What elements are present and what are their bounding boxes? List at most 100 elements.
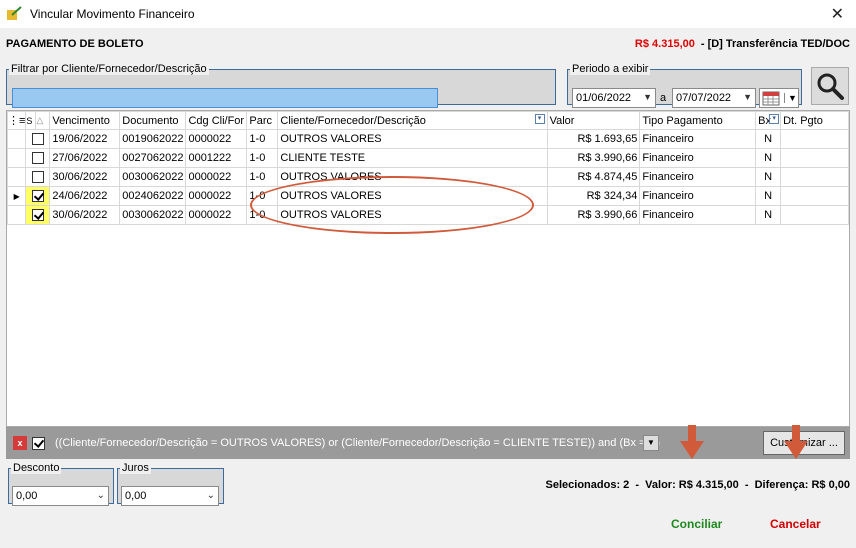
column-header-parc[interactable]: Parc (246, 111, 279, 130)
row-checkbox-cell[interactable] (25, 205, 51, 225)
filter-enable-checkbox[interactable] (32, 436, 45, 450)
cell-valor: R$ 3.990,66 (546, 205, 641, 225)
cell-dtpgto (780, 148, 849, 168)
header-amount: R$ 4.315,00 (634, 38, 695, 50)
cell-cliente: CLIENTE TESTE (277, 148, 548, 168)
column-header-vencimento[interactable]: Vencimento (49, 111, 121, 130)
search-icon (817, 73, 844, 100)
column-header-documento[interactable]: Documento (119, 111, 187, 130)
calendar-icon (762, 91, 780, 106)
column-header-cliente[interactable]: Cliente/Fornecedor/Descrição ▾ (277, 111, 548, 130)
selection-summary: Selecionados: 2 - Valor: R$ 4.315,00 - D… (545, 479, 850, 491)
cell-cdg: 0000022 (185, 129, 248, 149)
cell-parc: 1-0 (246, 205, 279, 225)
row-indicator: ▶ (6, 186, 27, 206)
table-row[interactable]: 19/06/2022 0019062022 0000022 1-0 OUTROS VAL… (6, 129, 849, 149)
cell-cdg: 0000022 (185, 186, 248, 206)
cell-cliente: OUTROS VALORES (277, 205, 548, 225)
chevron-down-icon[interactable]: ▼ (784, 93, 797, 103)
cell-documento: 0024062022 (119, 186, 187, 206)
cell-parc: 1-0 (246, 129, 279, 149)
date-from-value: 01/06/2022 (576, 92, 632, 104)
cell-vencimento: 30/06/2022 (49, 167, 121, 187)
column-menu-icon[interactable]: ⋮≡ (6, 111, 27, 130)
column-header-tipo[interactable]: Tipo Pagamento (639, 111, 757, 130)
cell-tipo: Financeiro (639, 129, 757, 149)
desconto-value: 0,00 (16, 490, 38, 502)
cell-tipo: Financeiro (639, 167, 757, 187)
row-checkbox-cell[interactable] (25, 186, 51, 206)
payment-type-label: PAGAMENTO DE BOLETO (6, 38, 144, 50)
filter-input[interactable] (12, 88, 438, 108)
period-group: Periodo a exibir 01/06/2022 ▼ a 07/07/20… (567, 63, 802, 108)
juros-input[interactable]: 0,00 ⌄ (121, 486, 219, 506)
filter-group: Filtrar por Cliente/Fornecedor/Descrição (6, 63, 556, 108)
filter-expression: ((Cliente/Fornecedor/Descrição = OUTROS … (55, 437, 661, 449)
cell-bx: N (755, 129, 782, 149)
table-header-row: ⋮≡ S △ Vencimento Documento Cdg Cli/For … (6, 111, 849, 130)
cell-cdg: 0001222 (185, 148, 248, 168)
filter-history-dropdown[interactable]: ▼ (643, 435, 659, 451)
checkbox-checked[interactable] (31, 209, 44, 222)
juros-value: 0,00 (125, 490, 147, 502)
chevron-down-icon[interactable]: ▼ (643, 92, 652, 102)
table-row[interactable]: 30/06/2022 0030062022 0000022 1-0 OUTROS VAL… (6, 205, 849, 225)
period-legend: Periodo a exibir (570, 63, 651, 75)
cell-cliente: OUTROS VALORES (277, 167, 548, 187)
table-row[interactable]: 27/06/2022 0027062022 0001222 1-0 CLIENTE TE… (6, 148, 849, 168)
header-summary: R$ 4.315,00 - [D] Transferência TED/DOC (635, 38, 850, 50)
clear-filter-icon[interactable]: x (13, 436, 27, 450)
desconto-legend: Desconto (11, 462, 62, 474)
search-button[interactable] (811, 67, 849, 105)
date-from-picker[interactable]: 01/06/2022 ▼ (572, 88, 656, 108)
chevron-down-icon[interactable]: ⌄ (207, 490, 215, 501)
cell-valor: R$ 1.693,65 (546, 129, 641, 149)
column-header-cdg[interactable]: Cdg Cli/For (185, 111, 248, 130)
cell-vencimento: 19/06/2022 (49, 129, 121, 149)
cell-documento: 0027062022 (119, 148, 187, 168)
row-indicator (6, 167, 27, 187)
column-header-valor[interactable]: Valor (546, 111, 641, 130)
date-to-picker[interactable]: 07/07/2022 ▼ (672, 88, 756, 108)
row-indicator (6, 129, 27, 149)
table-row[interactable]: 30/06/2022 0030062022 0000022 1-0 OUTROS VAL… (6, 167, 849, 187)
app-icon (7, 6, 22, 20)
annotation-arrow-down-icon (680, 425, 704, 459)
cell-valor: R$ 4.874,45 (546, 167, 641, 187)
header-transfer-type: - [D] Transferência TED/DOC (700, 38, 850, 50)
cell-dtpgto (780, 129, 849, 149)
date-to-value: 07/07/2022 (676, 92, 732, 104)
row-checkbox-cell[interactable] (25, 148, 51, 168)
checkbox-checked[interactable] (31, 190, 44, 203)
movements-grid[interactable]: ⋮≡ S △ Vencimento Documento Cdg Cli/For … (6, 110, 850, 427)
table-row[interactable]: ▶ 24/06/2022 0024062022 0000022 1-0 OUTROS VA… (6, 186, 849, 206)
desconto-input[interactable]: 0,00 ⌄ (12, 486, 109, 506)
filter-icon[interactable]: ▾ (534, 114, 545, 124)
movements-table: ⋮≡ S △ Vencimento Documento Cdg Cli/For … (6, 111, 849, 225)
title-bar: Vincular Movimento Financeiro ✕ (0, 0, 856, 28)
checkbox-unchecked[interactable] (31, 171, 44, 184)
checkbox-unchecked[interactable] (31, 152, 44, 165)
chevron-down-icon[interactable]: ⌄ (97, 490, 105, 501)
close-icon[interactable]: ✕ (831, 4, 844, 24)
row-checkbox-cell[interactable] (25, 167, 51, 187)
cell-dtpgto (780, 186, 849, 206)
column-header-bx[interactable]: Bx ▾ (755, 111, 782, 130)
cell-parc: 1-0 (246, 148, 279, 168)
chevron-down-icon[interactable]: ▼ (743, 92, 752, 102)
row-checkbox-cell[interactable] (25, 129, 51, 149)
desconto-group: Desconto 0,00 ⌄ (8, 462, 114, 506)
cell-parc: 1-0 (246, 186, 279, 206)
column-header-selected[interactable]: S (25, 111, 37, 130)
cell-dtpgto (780, 167, 849, 187)
cell-vencimento: 27/06/2022 (49, 148, 121, 168)
calendar-button[interactable]: ▼ (759, 88, 799, 108)
column-header-sort[interactable]: △ (35, 111, 51, 130)
cancelar-button[interactable]: Cancelar (770, 517, 821, 531)
filter-icon[interactable]: ▾ (769, 114, 780, 124)
cell-documento: 0019062022 (119, 129, 187, 149)
column-header-dtpgto[interactable]: Dt. Pgto (780, 111, 849, 130)
checkbox-unchecked[interactable] (31, 133, 44, 146)
column-header-cliente-label: Cliente/Fornecedor/Descrição (280, 114, 426, 127)
conciliar-button[interactable]: Conciliar (671, 517, 722, 531)
